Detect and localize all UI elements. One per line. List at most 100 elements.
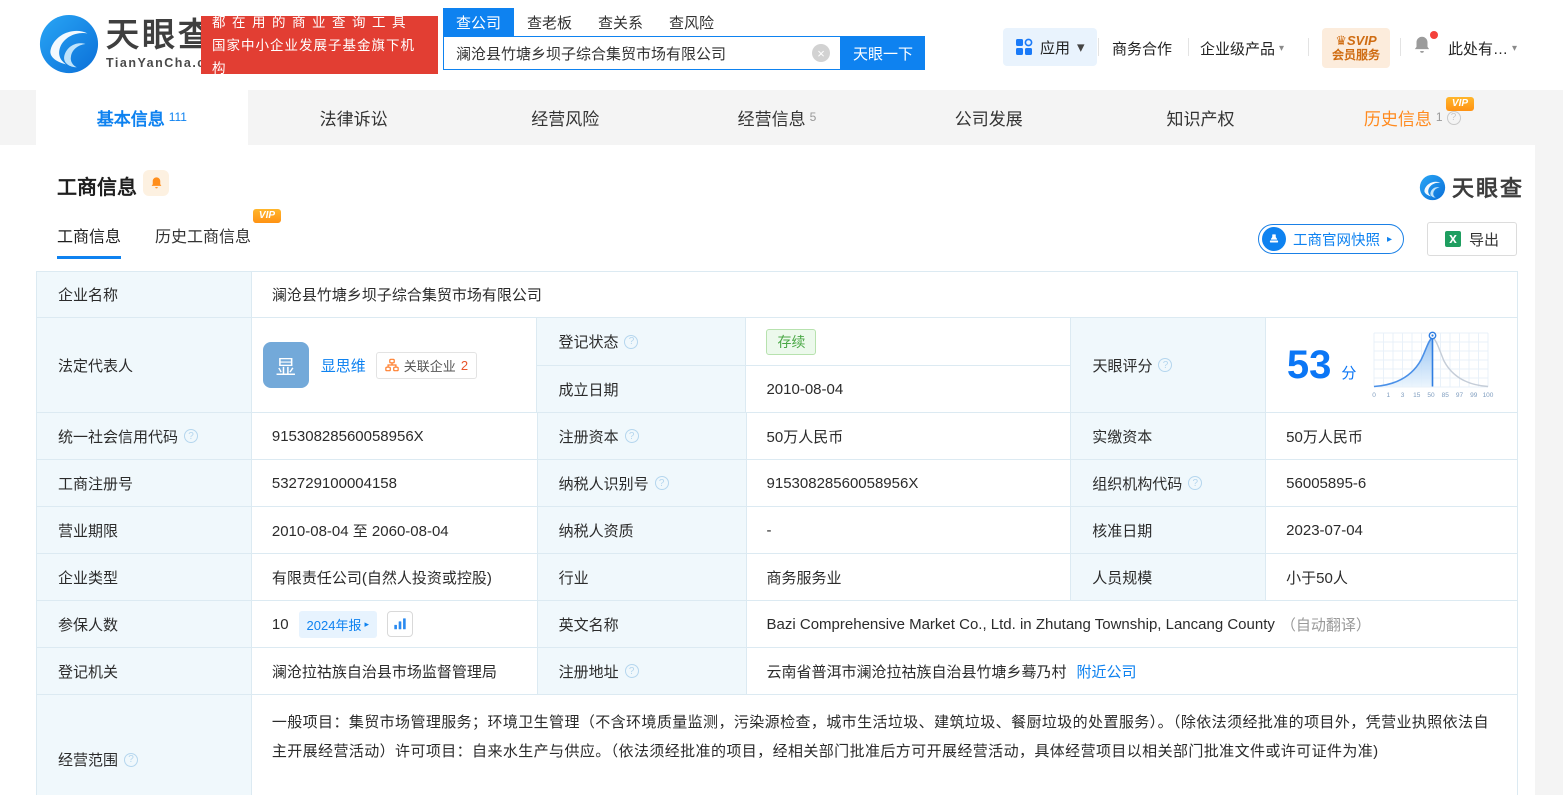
- search-tab-company[interactable]: 查公司: [443, 8, 514, 36]
- caret-right-icon: ▸: [364, 619, 369, 630]
- subtab-business-info[interactable]: 工商信息: [57, 223, 121, 259]
- caret-down-icon: ▾: [1077, 38, 1085, 56]
- paid-capital-value: 50万人民币: [1266, 413, 1518, 460]
- help-icon[interactable]: ?: [124, 753, 138, 767]
- user-menu[interactable]: 此处有… ▾: [1448, 38, 1517, 59]
- status-date-stack: 登记状态 ? 存续 成立日期 2010-08-04: [537, 318, 1071, 413]
- svip-sub-label: 会员服务: [1332, 48, 1380, 63]
- insured-count-label: 参保人数: [37, 601, 252, 648]
- legal-rep-value: 显 显思维 关联企业 2: [252, 318, 538, 413]
- help-icon[interactable]: ?: [1158, 358, 1172, 372]
- section-title: 工商信息: [57, 171, 137, 200]
- english-name-value: Bazi Comprehensive Market Co., Ltd. in Z…: [747, 601, 1518, 648]
- help-icon[interactable]: ?: [625, 664, 639, 678]
- tab-history-info[interactable]: VIP 历史信息 1 ?: [1306, 90, 1518, 145]
- tab-label: 法律诉讼: [320, 105, 388, 130]
- help-icon[interactable]: ?: [184, 429, 198, 443]
- user-name-label: 此处有…: [1448, 38, 1508, 59]
- tianyancha-company-page: 天眼查 TianYanCha.com 都在用的商业查询工具 国家中小企业发展子基…: [0, 0, 1563, 795]
- tab-intellectual-property[interactable]: 知识产权: [1095, 90, 1307, 145]
- tab-operation-risk[interactable]: 经营风险: [459, 90, 671, 145]
- company-type-label: 企业类型: [37, 554, 252, 601]
- svg-text:85: 85: [1442, 392, 1450, 399]
- crown-icon: ♛: [1335, 33, 1347, 48]
- help-icon[interactable]: ?: [1447, 111, 1461, 125]
- score-number: 53: [1287, 345, 1332, 385]
- snapshot-label: 工商官网快照: [1293, 229, 1380, 250]
- table-row: 企业名称 澜沧县竹塘乡坝子综合集贸市场有限公司: [37, 272, 1518, 318]
- tab-label: 知识产权: [1166, 105, 1234, 130]
- official-snapshot-button[interactable]: 工商官网快照 ▸: [1258, 224, 1404, 254]
- search-tab-relation[interactable]: 查关系: [585, 8, 656, 36]
- related-count: 2: [461, 358, 468, 373]
- help-icon[interactable]: ?: [625, 429, 639, 443]
- tab-label: 经营风险: [531, 105, 599, 130]
- clear-search-icon[interactable]: ×: [812, 44, 830, 62]
- search-tab-boss[interactable]: 查老板: [514, 8, 585, 36]
- nearby-companies-link[interactable]: 附近公司: [1077, 661, 1137, 682]
- search-tabs: 查公司 查老板 查关系 查风险: [443, 8, 727, 36]
- apps-label: 应用: [1040, 37, 1070, 58]
- tab-count: 111: [169, 110, 187, 124]
- table-row: 统一社会信用代码 ? 91530828560058956X 注册资本 ? 50万…: [37, 413, 1518, 460]
- help-icon[interactable]: ?: [1188, 476, 1202, 490]
- search-button[interactable]: 天眼一下: [841, 36, 925, 70]
- table-row: 营业期限 2010-08-04 至 2060-08-04 纳税人资质 - 核准日…: [37, 507, 1518, 554]
- slogan-line2: 国家中小企业发展子基金旗下机构: [212, 34, 427, 80]
- annual-report-badge[interactable]: 2024年报 ▸: [299, 611, 377, 638]
- reg-capital-label: 注册资本 ?: [538, 413, 747, 460]
- svip-member-button[interactable]: ♛SVIP 会员服务: [1322, 28, 1390, 68]
- business-coop-link[interactable]: 商务合作: [1112, 38, 1172, 59]
- tab-count: 1: [1436, 110, 1443, 124]
- bell-icon: [149, 175, 164, 191]
- caret-down-icon: ▾: [1279, 43, 1284, 54]
- svg-text:1: 1: [1387, 392, 1391, 399]
- score-value[interactable]: 53 分 0: [1266, 318, 1518, 413]
- company-type-value: 有限责任公司(自然人投资或控股): [252, 554, 538, 601]
- header: 天眼查 TianYanCha.com 都在用的商业查询工具 国家中小企业发展子基…: [0, 0, 1563, 90]
- credit-code-label: 统一社会信用代码 ?: [37, 413, 252, 460]
- tab-count: 5: [810, 110, 817, 124]
- related-companies-badge[interactable]: 关联企业 2: [376, 352, 477, 379]
- enterprise-product-link[interactable]: 企业级产品 ▾: [1200, 38, 1284, 59]
- export-button[interactable]: 导出: [1427, 222, 1517, 256]
- score-distribution-chart: 0 1 3 15 50 85 97 99 100: [1366, 329, 1496, 401]
- notification-bell-button[interactable]: [1411, 33, 1437, 61]
- table-row: 法定代表人 显 显思维 关联企业 2: [37, 318, 1518, 413]
- apps-menu-button[interactable]: 应用 ▾: [1003, 28, 1097, 66]
- taxpayer-quals-value: -: [747, 507, 1072, 554]
- subtab-history-business-info[interactable]: VIP 历史工商信息: [155, 223, 251, 259]
- legal-rep-link[interactable]: 显思维: [321, 355, 366, 376]
- related-label: 关联企业: [404, 356, 456, 375]
- search-tab-risk[interactable]: 查风险: [656, 8, 727, 36]
- search-input[interactable]: [444, 45, 812, 62]
- staff-size-label: 人员规模: [1071, 554, 1266, 601]
- org-code-label: 组织机构代码 ?: [1071, 460, 1266, 507]
- paid-capital-label: 实缴资本: [1071, 413, 1266, 460]
- caret-down-icon: ▾: [1512, 43, 1517, 54]
- tab-operation-info[interactable]: 经营信息 5: [671, 90, 883, 145]
- company-name-value: 澜沧县竹塘乡坝子综合集贸市场有限公司: [252, 272, 1518, 318]
- table-row: 登记机关 澜沧拉祜族自治县市场监督管理局 注册地址 ? 云南省普洱市澜沧拉祜族自…: [37, 648, 1518, 695]
- org-code-value: 56005895-6: [1266, 460, 1518, 507]
- help-icon[interactable]: ?: [655, 476, 669, 490]
- approval-date-value: 2023-07-04: [1266, 507, 1518, 554]
- svg-text:0: 0: [1373, 392, 1377, 399]
- coop-label: 商务合作: [1112, 38, 1172, 59]
- table-row: 企业类型 有限责任公司(自然人投资或控股) 行业 商务服务业 人员规模 小于50…: [37, 554, 1518, 601]
- legal-rep-avatar[interactable]: 显: [263, 342, 309, 388]
- monitor-bell-button[interactable]: [143, 170, 169, 196]
- help-icon[interactable]: ?: [624, 335, 638, 349]
- tab-legal[interactable]: 法律诉讼: [248, 90, 460, 145]
- tab-basic-info[interactable]: 基本信息 111: [36, 90, 248, 145]
- table-row: 经营范围 ? 一般项目：集贸市场管理服务；环境卫生管理（不含环境质量监测，污染源…: [37, 695, 1518, 795]
- tab-company-development[interactable]: 公司发展: [883, 90, 1095, 145]
- tianyancha-logo-icon[interactable]: [38, 13, 100, 75]
- scrollbar-gutter[interactable]: [1535, 145, 1563, 795]
- trend-chart-button[interactable]: [387, 611, 413, 637]
- business-scope-value: 一般项目：集贸市场管理服务；环境卫生管理（不含环境质量监测，污染源检查，城市生活…: [252, 695, 1518, 795]
- english-name-label: 英文名称: [538, 601, 747, 648]
- taxpayer-id-value: 91530828560058956X: [747, 460, 1072, 507]
- tab-label: 经营信息: [738, 105, 806, 130]
- divider: [1400, 38, 1401, 56]
